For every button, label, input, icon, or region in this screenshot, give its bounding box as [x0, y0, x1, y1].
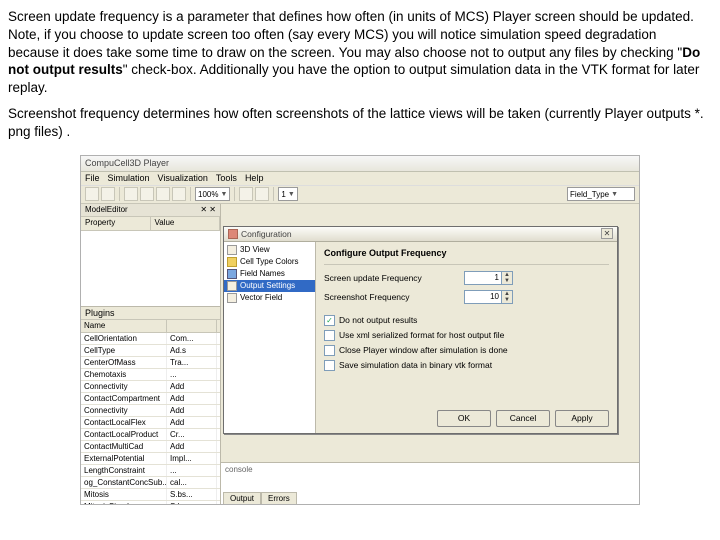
step-combobox[interactable]: 1▼ — [278, 187, 298, 201]
dialog-title: Configuration — [241, 229, 292, 239]
table-row[interactable]: ConnectivityAdd — [81, 405, 220, 417]
console-text: console — [221, 463, 639, 476]
dialog-titlebar: Configuration ✕ — [224, 227, 617, 242]
table-row[interactable]: ExternalPotentialImpl... — [81, 453, 220, 465]
screenshot-input[interactable] — [464, 290, 502, 304]
apply-button[interactable]: Apply — [555, 410, 609, 427]
tab-output[interactable]: Output — [223, 492, 261, 504]
table-row[interactable]: MitosisSimpleS.bs... — [81, 501, 220, 504]
console-panel: console Output Errors — [221, 462, 639, 504]
nav-item[interactable]: Vector Field — [224, 292, 315, 304]
checkbox-icon[interactable] — [324, 345, 335, 356]
table-row[interactable]: og_ConstantConcSub...cal... — [81, 477, 220, 489]
ok-button[interactable]: OK — [437, 410, 491, 427]
toolbar-step-icon[interactable] — [140, 187, 154, 201]
table-row[interactable]: CellOrientationCom... — [81, 333, 220, 345]
nav-icon — [227, 281, 237, 291]
field-combobox[interactable]: Field_Type▼ — [567, 187, 635, 201]
toolbar-open-icon[interactable] — [85, 187, 99, 201]
toolbar-zoom-in-icon[interactable] — [239, 187, 253, 201]
table-row[interactable]: ContactMultiCadAdd — [81, 441, 220, 453]
chevron-down-icon[interactable]: ▼ — [502, 297, 512, 303]
paragraph-1: Screen update frequency is a parameter t… — [8, 8, 708, 97]
checkbox-row[interactable]: Close Player window after simulation is … — [324, 345, 609, 356]
gear-icon — [228, 229, 238, 239]
menu-simulation[interactable]: Simulation — [108, 173, 150, 184]
window-title: CompuCell3D Player — [85, 158, 169, 168]
checkbox-label: Close Player window after simulation is … — [339, 345, 508, 355]
application-window: CompuCell3D Player File Simulation Visua… — [80, 155, 640, 505]
table-row[interactable]: MitosisS.bs... — [81, 489, 220, 501]
p1-text-a: Screen update frequency is a parameter t… — [8, 9, 694, 60]
screenshot-label: Screenshot Frequency — [324, 292, 464, 302]
table-row[interactable]: CenterOfMassTra... — [81, 357, 220, 369]
left-panel: ModelEditor ✕ ✕ Property Value Plugins N… — [81, 204, 221, 504]
checkbox-icon[interactable] — [324, 360, 335, 371]
checkbox-icon[interactable]: ✓ — [324, 315, 335, 326]
model-editor-table: Property Value — [81, 217, 220, 307]
checkbox-label: Use xml serialized format for host outpu… — [339, 330, 504, 340]
chevron-down-icon[interactable]: ▼ — [502, 278, 512, 284]
menu-tools[interactable]: Tools — [216, 173, 237, 184]
toolbar-stop-icon[interactable] — [172, 187, 186, 201]
nav-item[interactable]: 3D View — [224, 244, 315, 256]
checkbox-icon[interactable] — [324, 330, 335, 341]
table-row[interactable]: ContactLocalFlexAdd — [81, 417, 220, 429]
nav-icon — [227, 269, 237, 279]
dialog-close-button[interactable]: ✕ — [601, 228, 613, 239]
table-row[interactable]: Chemotaxis... — [81, 369, 220, 381]
toolbar: 100%▼ 1▼ Field_Type▼ — [81, 186, 639, 204]
table-row[interactable]: CellTypeAd.s — [81, 345, 220, 357]
plugins-label: Plugins — [81, 307, 220, 320]
nav-icon — [227, 257, 237, 267]
configuration-dialog: Configuration ✕ 3D ViewCell Type ColorsF… — [223, 226, 618, 434]
paragraph-2: Screenshot frequency determines how ofte… — [8, 105, 708, 141]
window-titlebar: CompuCell3D Player — [81, 156, 639, 172]
table-row[interactable]: ContactCompartmentAdd — [81, 393, 220, 405]
nav-icon — [227, 245, 237, 255]
dock-close-icon[interactable]: ✕ ✕ — [200, 205, 216, 214]
checkbox-row[interactable]: ✓ Do not output results — [324, 315, 609, 326]
checkbox-label: Save simulation data in binary vtk forma… — [339, 360, 492, 370]
table-row[interactable]: ContactLocalProductCr... — [81, 429, 220, 441]
toolbar-zoom-out-icon[interactable] — [255, 187, 269, 201]
column-name: Name — [81, 320, 167, 332]
nav-icon — [227, 293, 237, 303]
screen-update-input[interactable] — [464, 271, 502, 285]
model-editor-title: ModelEditor — [85, 205, 128, 214]
checkbox-label: Do not output results — [339, 315, 417, 325]
screenshot-spinbox[interactable]: ▲▼ — [464, 290, 513, 304]
nav-item[interactable]: Field Names — [224, 268, 315, 280]
dialog-nav-list: 3D ViewCell Type ColorsField NamesOutput… — [224, 242, 316, 433]
menu-file[interactable]: File — [85, 173, 100, 184]
toolbar-play-icon[interactable] — [124, 187, 138, 201]
toolbar-pause-icon[interactable] — [156, 187, 170, 201]
column-property: Property — [81, 217, 151, 230]
column-descr — [167, 320, 217, 332]
cancel-button[interactable]: Cancel — [496, 410, 550, 427]
document-text: Screen update frequency is a parameter t… — [0, 0, 720, 153]
group-title: Configure Output Frequency — [324, 248, 609, 258]
toolbar-save-icon[interactable] — [101, 187, 115, 201]
screen-update-label: Screen update Frequency — [324, 273, 464, 283]
dialog-main-panel: Configure Output Frequency Screen update… — [316, 242, 617, 433]
menu-visualization[interactable]: Visualization — [158, 173, 208, 184]
plugins-table[interactable]: Name CellOrientationCom...CellTypeAd.sCe… — [81, 320, 220, 504]
zoom-combobox[interactable]: 100%▼ — [195, 187, 230, 201]
checkbox-row[interactable]: Use xml serialized format for host outpu… — [324, 330, 609, 341]
menubar: File Simulation Visualization Tools Help — [81, 172, 639, 186]
screen-update-spinbox[interactable]: ▲▼ — [464, 271, 513, 285]
nav-item[interactable]: Output Settings — [224, 280, 315, 292]
table-row[interactable]: LengthConstraint... — [81, 465, 220, 477]
table-row[interactable]: ConnectivityAdd — [81, 381, 220, 393]
model-editor-header: ModelEditor ✕ ✕ — [81, 204, 220, 217]
column-value: Value — [151, 217, 221, 230]
nav-item[interactable]: Cell Type Colors — [224, 256, 315, 268]
menu-help[interactable]: Help — [245, 173, 264, 184]
tab-errors[interactable]: Errors — [261, 492, 297, 504]
checkbox-row[interactable]: Save simulation data in binary vtk forma… — [324, 360, 609, 371]
